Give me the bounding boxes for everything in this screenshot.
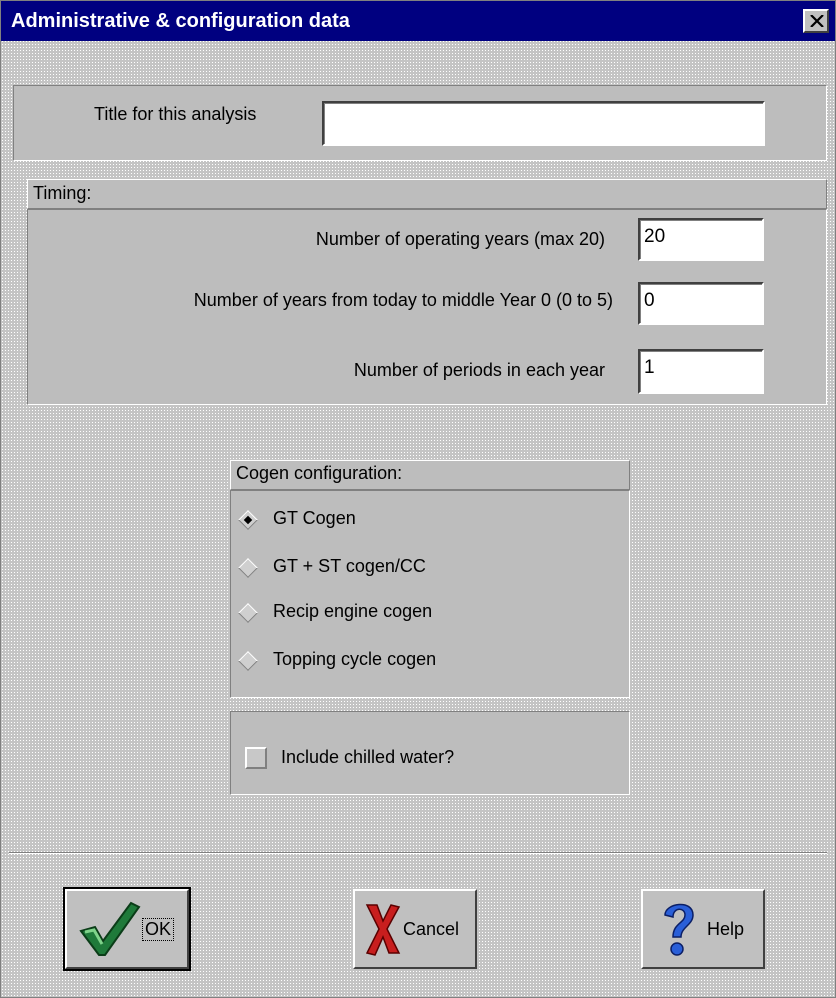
button-separator (9, 852, 827, 854)
dialog-window: Administrative & configuration data Titl… (0, 0, 836, 998)
timing-heading-bar (27, 179, 827, 209)
operating-years-label: Number of operating years (max 20) (315, 229, 605, 249)
years-to-year0-label: Number of years from today to middle Yea… (193, 290, 613, 310)
radio-label: Topping cycle cogen (273, 649, 437, 669)
radio-indicator (238, 603, 258, 623)
timing-heading: Timing: (33, 183, 92, 203)
periods-per-year-label: Number of periods in each year (353, 360, 605, 380)
radio-indicator (238, 558, 258, 578)
title-bar[interactable]: Administrative & configuration data (1, 1, 835, 41)
cancel-button-label: Cancel (403, 919, 460, 939)
question-mark-icon (664, 903, 694, 956)
periods-per-year-input[interactable]: 1 (638, 349, 764, 394)
analysis-title-label: Title for this analysis (94, 104, 257, 124)
cogen-heading: Cogen configuration: (236, 463, 403, 483)
radio-topping-cycle-cogen[interactable]: Topping cycle cogen (233, 647, 623, 677)
cancel-button[interactable]: Cancel (353, 889, 477, 969)
help-button[interactable]: Help (641, 889, 765, 969)
ok-button[interactable]: OK (63, 887, 191, 971)
radio-gt-cogen[interactable]: GT Cogen (233, 506, 623, 536)
help-button-label: Help (707, 919, 745, 939)
close-button[interactable] (803, 9, 829, 33)
ok-button-label: OK (141, 918, 175, 941)
operating-years-input[interactable]: 20 (638, 218, 764, 261)
radio-recip-engine-cogen[interactable]: Recip engine cogen (233, 599, 623, 629)
x-icon (365, 904, 401, 956)
close-icon (810, 15, 824, 27)
radio-label: Recip engine cogen (273, 601, 433, 621)
years-to-year0-input[interactable]: 0 (638, 282, 764, 325)
analysis-title-input[interactable] (322, 101, 765, 146)
checkmark-icon (79, 901, 141, 956)
radio-label: GT + ST cogen/CC (273, 556, 426, 576)
radio-label: GT Cogen (273, 508, 356, 528)
chilled-water-checkbox[interactable] (245, 747, 267, 769)
radio-gt-st-cogen-cc[interactable]: GT + ST cogen/CC (233, 554, 623, 584)
radio-indicator (238, 651, 258, 671)
radio-indicator (238, 510, 258, 530)
window-title: Administrative & configuration data (11, 10, 350, 32)
chilled-water-label[interactable]: Include chilled water? (281, 747, 454, 768)
